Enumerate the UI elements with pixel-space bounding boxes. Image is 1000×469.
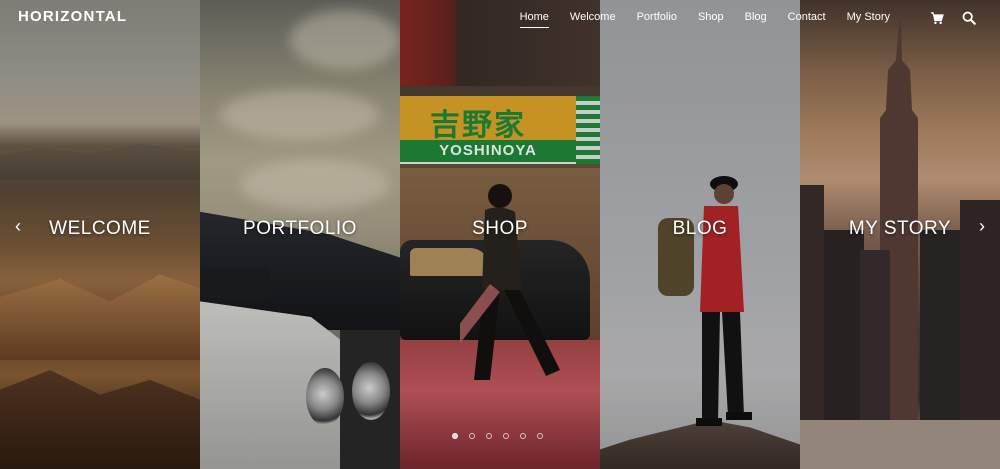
pagination-dot[interactable] [469,433,475,439]
site-logo[interactable]: HORIZONTAL [18,8,127,25]
panel-blog[interactable]: BLOG [600,0,800,469]
prev-arrow-icon[interactable]: ‹ [10,216,26,236]
panel-label-welcome: WELCOME [49,218,151,239]
panel-shop[interactable]: 吉野家 YOSHINOYA SHOP [400,0,600,469]
panel-welcome[interactable]: WELCOME [0,0,200,469]
nav-contact[interactable]: Contact [788,11,826,23]
next-arrow-icon[interactable]: › [974,216,990,236]
nav-portfolio[interactable]: Portfolio [637,11,677,23]
nav-my-story[interactable]: My Story [847,11,890,23]
panel-label-shop: SHOP [472,218,528,239]
panel-portfolio[interactable]: PORTFOLIO [200,0,400,469]
pagination-dot[interactable] [503,433,509,439]
slider-pagination [452,433,543,439]
panel-label-portfolio: PORTFOLIO [243,218,357,239]
site-header: HORIZONTAL Home Welcome Portfolio Shop B… [0,0,1000,36]
cart-icon[interactable] [930,11,944,25]
nav-home[interactable]: Home [519,11,550,28]
main-nav: Home Welcome Portfolio Shop Blog Contact… [519,11,890,28]
nav-blog[interactable]: Blog [745,11,767,23]
pagination-dot[interactable] [452,433,458,439]
pagination-dot[interactable] [537,433,543,439]
panel-my-story[interactable]: MY STORY [800,0,1000,469]
nav-shop[interactable]: Shop [698,11,724,23]
pagination-dot[interactable] [486,433,492,439]
panel-label-my-story: MY STORY [848,218,952,239]
pagination-dot[interactable] [520,433,526,439]
nav-welcome[interactable]: Welcome [570,11,616,23]
panel-label-blog: BLOG [672,218,728,239]
search-icon[interactable] [962,11,976,25]
panel-slider: WELCOME PORTFOLIO 吉野家 YOSHINOYA SHOP BLO… [0,0,1000,469]
